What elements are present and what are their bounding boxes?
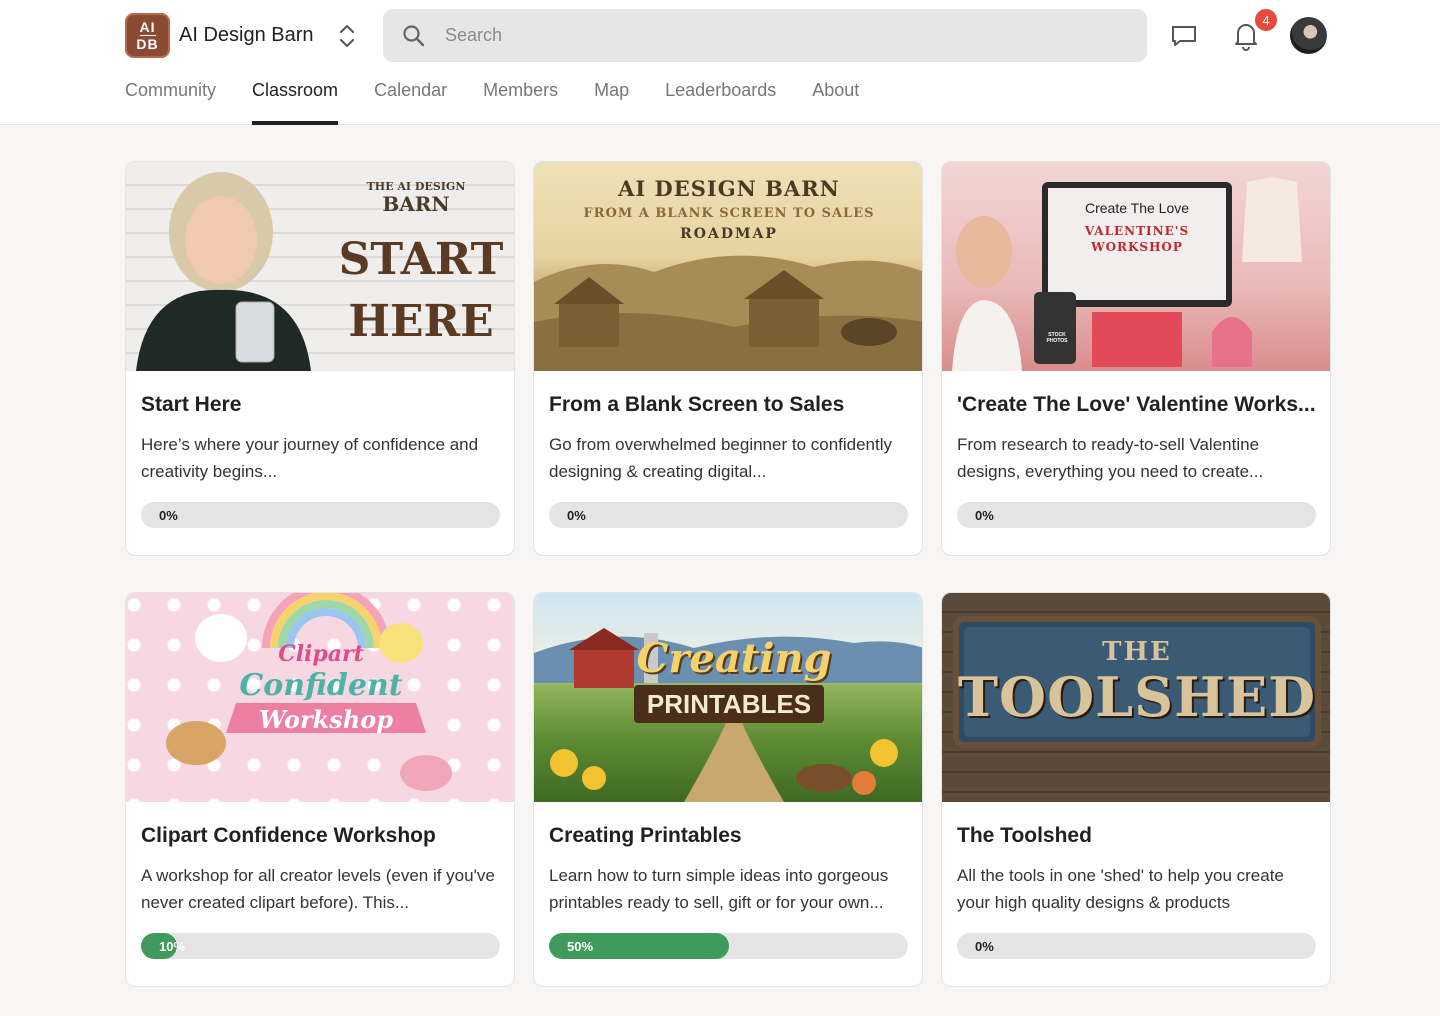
course-thumbnail: THE AI DESIGN BARN START HERE — [126, 162, 514, 371]
search-input[interactable] — [445, 9, 1125, 62]
course-card[interactable]: Clipart Confident Workshop Clipart Confi… — [125, 592, 515, 987]
course-title: Clipart Confidence Workshop — [141, 824, 436, 847]
thumb-stock-photos: STOCK PHOTOS — [1046, 332, 1068, 344]
course-title: Start Here — [141, 393, 242, 416]
course-thumbnail: Create The Love VALENTINE'S WORKSHOP STO… — [942, 162, 1330, 371]
thumb-line-2: PRINTABLES — [646, 689, 812, 719]
course-card[interactable]: THE TOOLSHED The Toolshed All the tools … — [941, 592, 1331, 987]
top-header: AI DB AI Design Barn 4 Community Classro… — [0, 0, 1440, 125]
thumb-line-3: WORKSHOP — [1091, 240, 1183, 254]
course-title: 'Create The Love' Valentine Works... — [957, 393, 1316, 416]
course-description: Go from overwhelmed beginner to confiden… — [549, 435, 893, 481]
main-nav-tabs: Community Classroom Calendar Members Map… — [125, 80, 895, 125]
course-progress-bar: 10% — [141, 933, 500, 959]
tab-classroom[interactable]: Classroom — [252, 80, 339, 125]
thumb-line-1: START — [338, 234, 504, 285]
course-description: From research to ready-to-sell Valentine… — [957, 435, 1264, 481]
course-description: A workshop for all creator levels (even … — [141, 866, 495, 912]
search-bar[interactable] — [383, 9, 1147, 62]
thumb-line-1: Creating — [636, 635, 832, 682]
course-thumbnail: Clipart Confident Workshop — [126, 593, 514, 802]
course-card[interactable]: Create The Love VALENTINE'S WORKSHOP STO… — [941, 161, 1331, 556]
course-card[interactable]: THE AI DESIGN BARN START HERE Start Here… — [125, 161, 515, 556]
course-description: Here’s where your journey of confidence … — [141, 435, 479, 481]
tab-map[interactable]: Map — [594, 80, 629, 125]
course-progress-bar: 0% — [549, 502, 908, 528]
course-thumbnail: AI DESIGN BARN FROM A BLANK SCREEN TO SA… — [534, 162, 922, 371]
course-progress-bar: 0% — [957, 502, 1316, 528]
thumb-line-1: THE — [1102, 637, 1172, 667]
course-title: The Toolshed — [957, 824, 1092, 847]
course-progress-bar: 0% — [957, 933, 1316, 959]
course-title: From a Blank Screen to Sales — [549, 393, 845, 416]
community-logo[interactable]: AI DB — [125, 13, 170, 58]
course-thumbnail: THE TOOLSHED — [942, 593, 1330, 802]
course-progress-bar: 50% — [549, 933, 908, 959]
tab-members[interactable]: Members — [483, 80, 558, 125]
notification-count-badge: 4 — [1253, 7, 1279, 33]
logo-line-1: AI — [139, 19, 156, 36]
chat-icon[interactable] — [1168, 20, 1200, 52]
user-avatar[interactable] — [1290, 17, 1327, 54]
thumb-line-3: Workshop — [258, 705, 394, 734]
progress-label: 0% — [159, 508, 178, 523]
community-name[interactable]: AI Design Barn — [179, 24, 314, 47]
progress-label: 0% — [567, 508, 586, 523]
course-description: All the tools in one 'shed' to help you … — [957, 866, 1284, 912]
course-card[interactable]: Creating PRINTABLES Creating Printables … — [533, 592, 923, 987]
thumb-line-3: ROADMAP — [680, 226, 778, 242]
progress-label: 10% — [159, 939, 186, 954]
thumb-line-2: FROM A BLANK SCREEN TO SALES — [583, 206, 875, 221]
tab-calendar[interactable]: Calendar — [374, 80, 447, 125]
course-title: Creating Printables — [549, 824, 742, 847]
progress-label: 0% — [975, 508, 994, 523]
tab-community[interactable]: Community — [125, 80, 216, 125]
progress-label: 0% — [975, 939, 994, 954]
tab-leaderboards[interactable]: Leaderboards — [665, 80, 776, 125]
course-thumbnail: Creating PRINTABLES — [534, 593, 922, 802]
tab-about[interactable]: About — [812, 80, 859, 125]
thumb-line-1: Clipart — [278, 641, 364, 667]
course-progress-bar: 0% — [141, 502, 500, 528]
thumb-line-2: TOOLSHED — [957, 665, 1317, 729]
thumb-line-2: HERE — [348, 296, 494, 347]
thumb-line-1: Create The Love — [1084, 200, 1190, 216]
thumb-brand-bottom: BARN — [382, 192, 450, 216]
course-description: Learn how to turn simple ideas into gorg… — [549, 866, 889, 912]
community-switcher-chevron-icon[interactable] — [336, 22, 358, 50]
progress-label: 50% — [567, 939, 594, 954]
thumb-line-2: Confident — [239, 668, 403, 703]
course-card[interactable]: AI DESIGN BARN FROM A BLANK SCREEN TO SA… — [533, 161, 923, 556]
logo-line-2: DB — [136, 36, 159, 52]
search-icon — [401, 23, 427, 49]
thumb-line-2: VALENTINE'S — [1084, 224, 1190, 238]
thumb-line-1: AI DESIGN BARN — [618, 176, 840, 201]
